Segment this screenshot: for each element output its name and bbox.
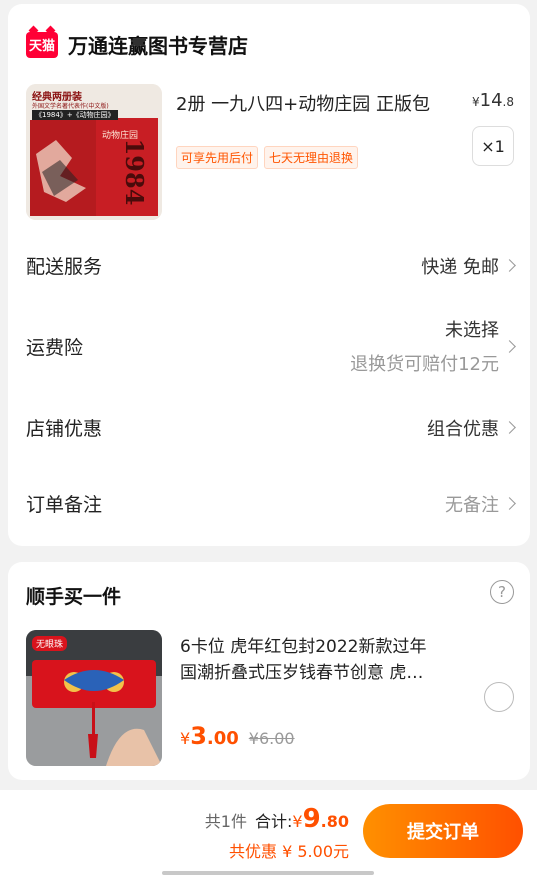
delivery-row[interactable]: 配送服务 快递 免邮 <box>26 252 516 279</box>
product-image-subcaption: 外国文学名著代表作(中文版) <box>32 103 109 110</box>
add-on-text-line-2: 国潮折叠式压岁钱春节创意 虎… <box>180 663 424 683</box>
discount-value: 组合优惠 <box>427 418 499 440</box>
add-on-price-int: 3 <box>190 722 207 750</box>
add-on-title: 顺手买一件 <box>26 586 122 608</box>
product-price-dec: .8 <box>502 95 514 109</box>
total-label: 合计: <box>254 812 293 831</box>
chevron-right-icon <box>503 259 516 272</box>
order-summary: 共1件 合计: ¥ 9 .80 共优惠 ¥ 5.00元 <box>205 804 349 862</box>
add-on-image-badge: 无眼珠 <box>32 636 68 651</box>
order-card: 天猫 万通连赢图书专营店 1984 经典两册装 外国文学名著代表作(中文版) 《… <box>8 4 530 546</box>
quantity-button[interactable]: ×1 <box>472 126 514 166</box>
insurance-subtext: 退换货可赔付12元 <box>350 354 499 375</box>
chevron-right-icon <box>503 421 516 434</box>
add-on-text-line-1: 6卡位 虎年红包封2022新款过年 <box>180 637 427 657</box>
svg-text:1984: 1984 <box>120 139 149 206</box>
checkout-bar: 共1件 合计: ¥ 9 .80 共优惠 ¥ 5.00元 提交订单 <box>0 790 537 881</box>
product-image-book2: 动物庄园 <box>102 131 139 141</box>
insurance-label: 运费险 <box>26 336 84 359</box>
insurance-value: 未选择 <box>445 320 499 341</box>
order-note-row[interactable]: 订单备注 无备注 <box>26 490 516 517</box>
shop-name[interactable]: 万通连赢图书专营店 <box>68 30 248 59</box>
total-saved: 共优惠 ¥ 5.00元 <box>229 842 349 861</box>
add-on-price: ¥ 3 .00 ¥6.00 <box>180 722 295 750</box>
add-on-image[interactable]: 无眼珠 <box>26 630 162 766</box>
add-on-original-price: ¥6.00 <box>248 729 295 748</box>
delivery-label: 配送服务 <box>26 256 103 278</box>
discount-label: 店铺优惠 <box>26 418 103 440</box>
product-image[interactable]: 1984 经典两册装 外国文学名著代表作(中文版) 《1984》+《动物庄园》 … <box>26 84 162 220</box>
help-icon[interactable]: ? <box>490 580 514 604</box>
chevron-right-icon <box>503 497 516 510</box>
product-title[interactable]: 2册 一九八四+动物庄园 正版包 <box>176 90 430 116</box>
home-indicator[interactable] <box>162 871 374 875</box>
note-label: 订单备注 <box>26 494 103 516</box>
product-image-booktitles: 《1984》+《动物庄园》 <box>32 110 118 120</box>
add-on-card: 顺手买一件 ? 无眼珠 6卡位 虎年红包封2022新款过年 国潮折叠式压岁钱春节… <box>8 562 530 780</box>
product-price-int: 14 <box>479 90 503 111</box>
total-dec: .80 <box>320 812 349 831</box>
product-price-symbol: ¥ <box>472 95 480 109</box>
tag-seven-day-return: 七天无理由退换 <box>264 146 359 169</box>
submit-order-button[interactable]: 提交订单 <box>363 804 523 858</box>
add-on-price-dec: .00 <box>206 728 239 749</box>
add-on-price-symbol: ¥ <box>180 729 191 748</box>
add-on-title-text[interactable]: 6卡位 虎年红包封2022新款过年 国潮折叠式压岁钱春节创意 虎… <box>180 634 480 686</box>
delivery-value: 快递 免邮 <box>421 256 499 278</box>
shop-header[interactable]: 天猫 万通连赢图书专营店 <box>26 30 248 59</box>
chevron-right-icon <box>503 339 516 353</box>
product-price: ¥14.8 <box>472 90 514 111</box>
add-on-select-radio[interactable] <box>484 682 514 712</box>
shop-discount-row[interactable]: 店铺优惠 组合优惠 <box>26 414 516 441</box>
shipping-insurance-row[interactable]: 运费险 未选择 退换货可赔付12元 <box>26 316 516 376</box>
item-count: 共1件 <box>204 812 247 831</box>
tmall-logo-icon: 天猫 <box>26 31 58 58</box>
note-value: 无备注 <box>445 494 499 516</box>
tag-pay-later: 可享先用后付 <box>176 146 259 169</box>
product-tags: 可享先用后付 七天无理由退换 <box>176 146 359 169</box>
total-symbol: ¥ <box>292 812 303 831</box>
total-int: 9 <box>302 804 321 834</box>
